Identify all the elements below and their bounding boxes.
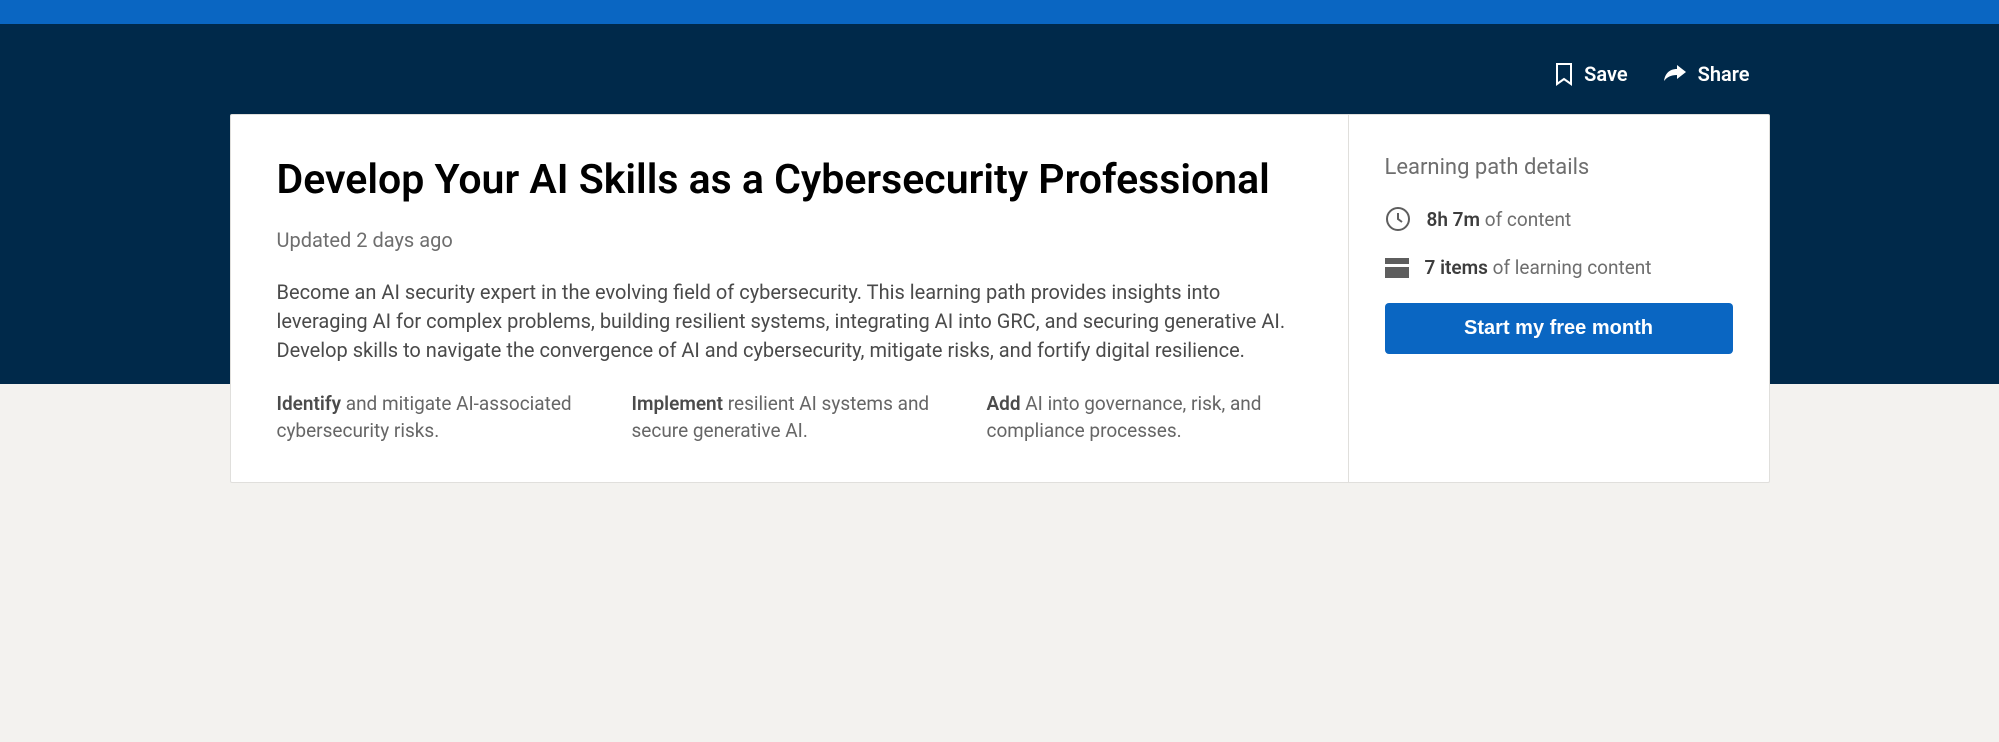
objectives-row: Identify and mitigate AI-associated cybe… [277, 391, 1302, 444]
details-column: Learning path details 8h 7m of content 7… [1349, 115, 1769, 482]
items-suffix: of learning content [1488, 256, 1652, 279]
share-button[interactable]: Share [1662, 62, 1750, 86]
path-description: Become an AI security expert in the evol… [277, 278, 1302, 365]
duration-row: 8h 7m of content [1385, 206, 1733, 232]
items-row: 7 items of learning content [1385, 256, 1733, 279]
objective-text: AI into governance, risk, and compliance… [987, 392, 1262, 442]
share-icon [1662, 63, 1688, 85]
objective-keyword: Add [987, 392, 1021, 415]
clock-icon [1385, 206, 1411, 232]
duration-suffix: of content [1480, 208, 1571, 231]
main-column: Develop Your AI Skills as a Cybersecurit… [231, 115, 1349, 482]
learning-path-card: Develop Your AI Skills as a Cybersecurit… [230, 114, 1770, 483]
updated-timestamp: Updated 2 days ago [277, 228, 1302, 252]
page-title: Develop Your AI Skills as a Cybersecurit… [277, 155, 1302, 206]
bookmark-icon [1554, 62, 1574, 86]
objective-item: Implement resilient AI systems and secur… [632, 391, 947, 444]
items-value: 7 items [1425, 256, 1488, 279]
items-text: 7 items of learning content [1425, 256, 1652, 279]
top-brand-strip [0, 0, 1999, 24]
objective-keyword: Implement [632, 392, 724, 415]
save-label: Save [1584, 62, 1627, 86]
start-free-month-button[interactable]: Start my free month [1385, 303, 1733, 354]
share-label: Share [1698, 62, 1750, 86]
objective-item: Add AI into governance, risk, and compli… [987, 391, 1302, 444]
objective-item: Identify and mitigate AI-associated cybe… [277, 391, 592, 444]
hero-background: Save Share Develop Your AI Skills as a C… [0, 24, 1999, 483]
objective-keyword: Identify [277, 392, 342, 415]
duration-text: 8h 7m of content [1427, 208, 1572, 231]
duration-value: 8h 7m [1427, 208, 1481, 231]
page-actions-bar: Save Share [230, 46, 1770, 114]
content-stack-icon [1385, 258, 1409, 278]
save-button[interactable]: Save [1554, 62, 1627, 86]
details-heading: Learning path details [1385, 155, 1733, 180]
